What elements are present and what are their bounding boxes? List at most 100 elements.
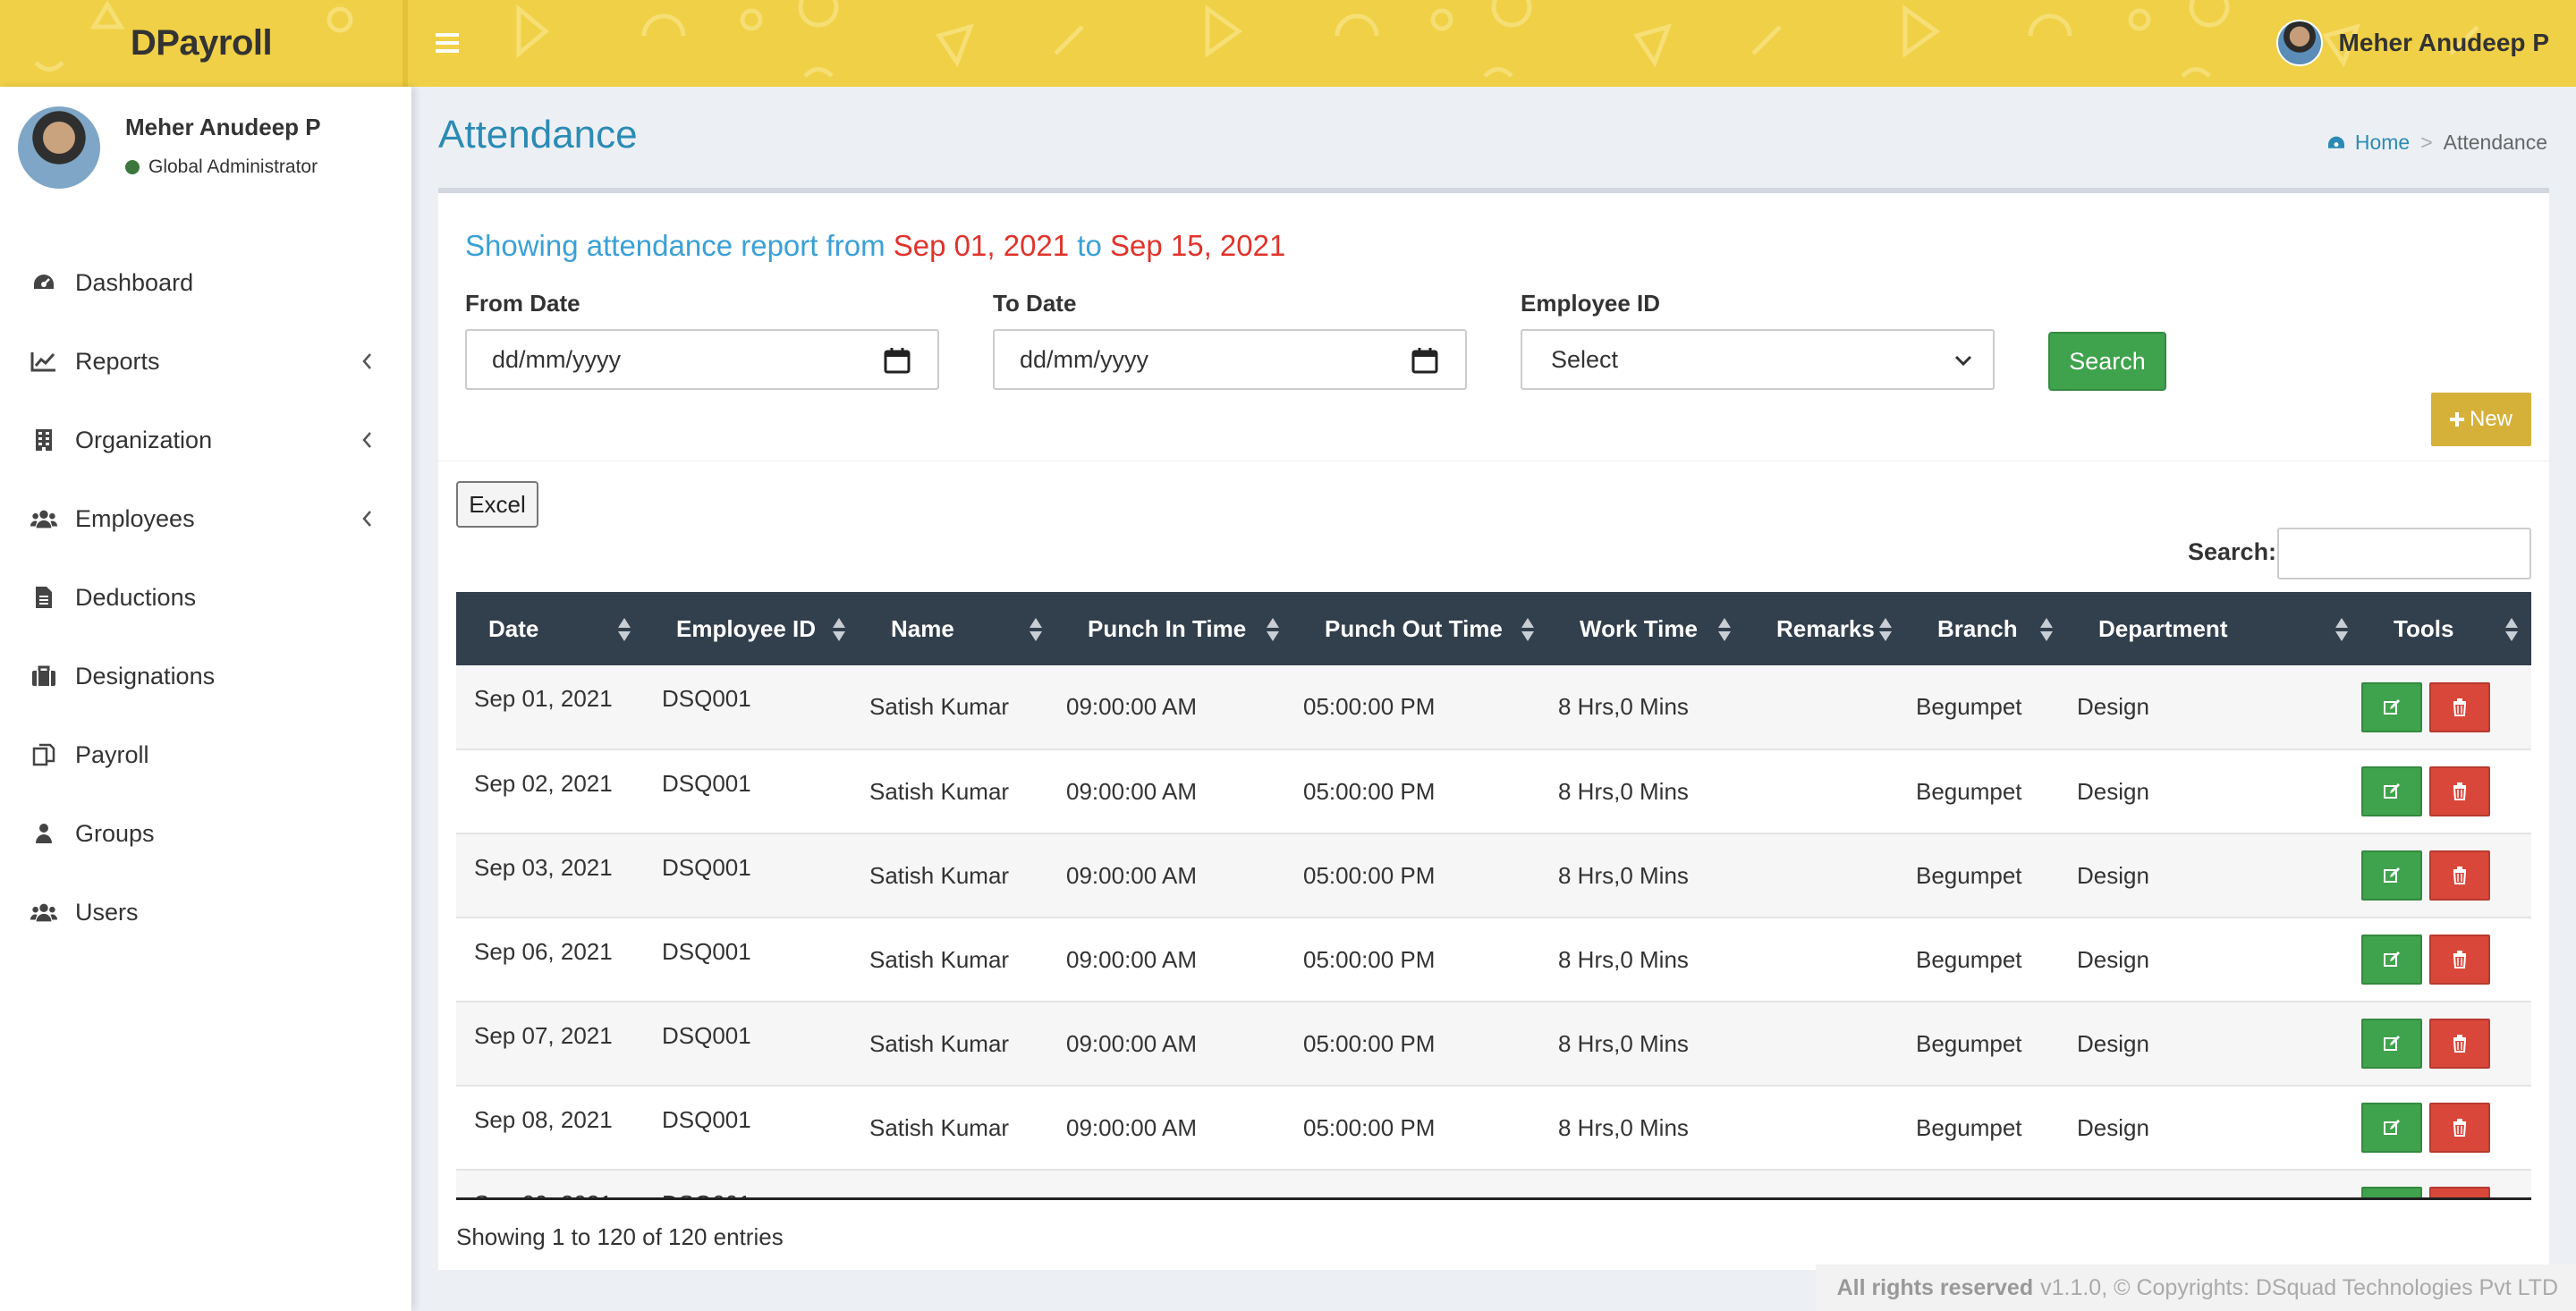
cell-employee-id: DSQ001 xyxy=(662,1022,751,1049)
cell-department: Design xyxy=(2077,1113,2149,1141)
delete-button[interactable] xyxy=(2429,681,2490,732)
breadcrumb-separator: > xyxy=(2420,131,2433,154)
sidebar-item-reports[interactable]: Reports xyxy=(0,322,411,401)
sidebar-item-deductions[interactable]: Deductions xyxy=(0,558,411,637)
delete-button[interactable] xyxy=(2429,935,2490,985)
new-button[interactable]: New xyxy=(2431,393,2531,446)
calendar-icon[interactable] xyxy=(884,347,911,374)
attendance-card: Showing attendance report from Sep 01, 2… xyxy=(438,188,2549,1270)
cell-work-time: 8 Hrs,0 Mins xyxy=(1558,693,1689,720)
cell-tools xyxy=(2361,1086,2531,1170)
sidebar-item-designations[interactable]: Designations xyxy=(0,637,411,715)
cell-punch-in xyxy=(1055,1170,1292,1197)
app-logo[interactable]: DPayroll xyxy=(131,23,273,63)
column-header-label: Date xyxy=(488,614,539,642)
column-header-label: Punch Out Time xyxy=(1325,614,1503,642)
cell-department: Design xyxy=(2077,777,2149,805)
row-tools xyxy=(2361,1019,2531,1069)
column-header-employee-id[interactable]: Employee ID xyxy=(644,592,859,665)
table-row: Sep 07, 2021 DSQ001 Satish Kumar 09:00:00 A… xyxy=(456,1002,2531,1086)
edit-button[interactable] xyxy=(2361,681,2422,732)
cell-tools xyxy=(2361,749,2531,833)
footer-copyright: v1.1.0, © Copyrights: DSquad Technologie… xyxy=(2040,1274,2558,1300)
sidebar-item-users[interactable]: Users xyxy=(0,873,411,952)
sidebar-item-organization[interactable]: Organization xyxy=(0,401,411,479)
delete-button[interactable] xyxy=(2429,766,2490,816)
table-row: Sep 03, 2021 DSQ001 Satish Kumar 09:00:00 A… xyxy=(456,833,2531,918)
edit-button[interactable] xyxy=(2361,850,2422,901)
column-header-work-time[interactable]: Work Time xyxy=(1547,592,1744,665)
column-header-branch[interactable]: Branch xyxy=(1905,592,2066,665)
row-tools xyxy=(2361,935,2531,985)
from-date-input[interactable]: dd/mm/yyyy xyxy=(465,329,939,390)
profile-name: Meher Anudeep P xyxy=(125,114,321,140)
breadcrumb-home-link[interactable]: Home xyxy=(2326,131,2410,155)
column-header-date[interactable]: Date xyxy=(456,592,644,665)
table-search-input[interactable] xyxy=(2277,528,2531,579)
breadcrumb-home-label[interactable]: Home xyxy=(2355,131,2410,155)
user-menu[interactable]: Meher Anudeep P xyxy=(2275,20,2549,66)
to-date-input[interactable]: dd/mm/yyyy xyxy=(993,329,1467,390)
sidebar-item-payroll[interactable]: Payroll xyxy=(0,715,411,794)
delete-button[interactable] xyxy=(2429,1019,2490,1069)
edit-icon xyxy=(2384,783,2400,799)
attendance-table-wrapper[interactable]: Date Employee ID Name Punch In Time Punc… xyxy=(456,592,2531,1200)
edit-button[interactable] xyxy=(2361,766,2422,816)
report-middle: to xyxy=(1069,229,1110,262)
column-header-label: Employee ID xyxy=(676,614,817,642)
sidebar-item-label: Dashboard xyxy=(75,268,194,296)
edit-button[interactable] xyxy=(2361,935,2422,985)
cell-branch: Begumpet xyxy=(1916,861,2022,889)
row-tools xyxy=(2361,850,2531,901)
cell-tools xyxy=(2361,918,2531,1002)
cell-date: Sep 09, 2021 xyxy=(456,1170,644,1197)
cell-employee-id: DSQ001 xyxy=(662,854,751,881)
logo-area[interactable]: DPayroll xyxy=(0,0,402,87)
column-header-punch-out[interactable]: Punch Out Time xyxy=(1292,592,1547,665)
cell-name xyxy=(859,1170,1055,1197)
cell-branch: Begumpet xyxy=(1916,1029,2022,1057)
table-row: Sep 06, 2021 DSQ001 Satish Kumar 09:00:00 A… xyxy=(456,918,2531,1002)
cell-remarks xyxy=(1744,665,1905,749)
column-header-label: Tools xyxy=(2394,614,2454,642)
cell-punch-in: 09:00:00 AM xyxy=(1066,861,1197,889)
column-header-label: Work Time xyxy=(1580,614,1698,642)
sidebar-item-groups[interactable]: Groups xyxy=(0,794,411,873)
excel-export-button[interactable]: Excel xyxy=(456,481,538,528)
delete-button[interactable] xyxy=(2429,1103,2490,1153)
sidebar-toggle-button[interactable] xyxy=(429,25,465,61)
online-status-icon xyxy=(125,160,140,174)
cell-punch-in: 09:00:00 AM xyxy=(1066,777,1197,805)
sidebar-item-dashboard[interactable]: Dashboard xyxy=(0,243,411,322)
column-header-label: Remarks xyxy=(1776,614,1875,642)
sidebar-item-employees[interactable]: Employees xyxy=(0,479,411,558)
edit-button[interactable] xyxy=(2361,1187,2422,1197)
sidebar-item-label: Groups xyxy=(75,819,155,847)
column-header-name[interactable]: Name xyxy=(859,592,1055,665)
sidebar-item-label: Deductions xyxy=(75,583,197,611)
calendar-icon[interactable] xyxy=(1411,347,1438,374)
avatar[interactable] xyxy=(2275,20,2323,66)
delete-button[interactable] xyxy=(2429,1187,2490,1197)
column-header-label: Punch In Time xyxy=(1088,614,1247,642)
edit-button[interactable] xyxy=(2361,1103,2422,1153)
column-header-department[interactable]: Department xyxy=(2066,592,2361,665)
row-tools xyxy=(2361,1187,2531,1197)
cell-date: Sep 07, 2021 xyxy=(474,1022,613,1049)
row-tools xyxy=(2361,1103,2531,1153)
dashboard-icon xyxy=(2327,136,2344,148)
briefcase-icon xyxy=(30,663,57,689)
trash-icon xyxy=(2453,698,2467,716)
search-button[interactable]: Search xyxy=(2048,332,2166,391)
top-header: DPayroll Meher Anudeep P xyxy=(0,0,2576,87)
sidebar-profile: Meher Anudeep P Global Administrator xyxy=(18,106,394,205)
column-header-punch-in[interactable]: Punch In Time xyxy=(1055,592,1292,665)
employee-id-select[interactable]: Select xyxy=(1521,329,1995,390)
user-menu-name[interactable]: Meher Anudeep P xyxy=(2339,29,2549,57)
edit-button[interactable] xyxy=(2361,1019,2422,1069)
column-header-remarks[interactable]: Remarks xyxy=(1744,592,1905,665)
sort-icon xyxy=(618,618,631,641)
column-header-tools[interactable]: Tools xyxy=(2361,592,2531,665)
report-range-title: Showing attendance report from Sep 01, 2… xyxy=(465,229,1285,263)
delete-button[interactable] xyxy=(2429,850,2490,901)
